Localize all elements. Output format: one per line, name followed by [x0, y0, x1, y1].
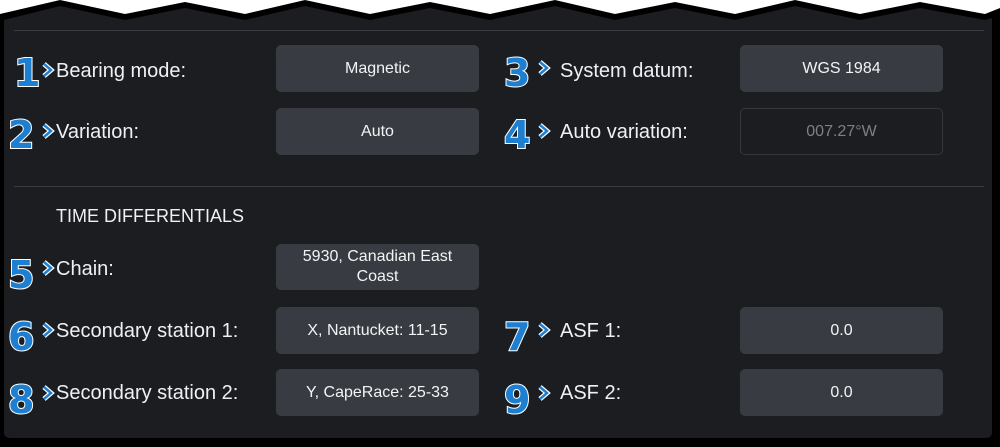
callout-number-1: 1: [13, 51, 41, 95]
callout-number-9: 9: [503, 378, 531, 422]
asf-2-input[interactable]: 0.0: [740, 369, 943, 416]
asf-1-label: ASF 1:: [560, 320, 622, 342]
callout-number-5: 5: [7, 253, 35, 297]
auto-variation-label: Auto variation:: [560, 121, 688, 143]
chevron-right-icon: [42, 260, 55, 276]
callout-number-6: 6: [7, 315, 35, 359]
chevron-right-icon: [538, 123, 551, 139]
asf-2-label: ASF 2:: [560, 382, 622, 404]
system-datum-selector[interactable]: WGS 1984: [740, 45, 943, 92]
auto-variation-value: 007.27°W: [740, 108, 943, 155]
chevron-right-icon: [42, 123, 55, 139]
callout-number-2: 2: [7, 113, 35, 157]
chevron-right-icon: [42, 62, 55, 78]
secondary-station-2-selector[interactable]: Y, CapeRace: 25-33: [276, 369, 479, 416]
callout-number-8: 8: [7, 378, 35, 422]
callout-number-3: 3: [503, 51, 531, 95]
chevron-right-icon: [42, 322, 55, 338]
chevron-right-icon: [538, 385, 551, 401]
callout-number-4: 4: [503, 113, 531, 157]
settings-panel: 1 Bearing mode: Magnetic 2 Variation: Au…: [0, 0, 1000, 447]
section-divider: [14, 186, 984, 187]
chevron-right-icon: [538, 322, 551, 338]
time-differentials-heading: TIME DIFFERENTIALS: [56, 206, 245, 226]
asf-1-input[interactable]: 0.0: [740, 307, 943, 354]
chevron-right-icon: [538, 60, 551, 76]
variation-selector[interactable]: Auto: [276, 108, 479, 155]
chevron-right-icon: [42, 385, 55, 401]
secondary-station-1-label: Secondary station 1:: [56, 320, 239, 342]
chain-selector[interactable]: 5930, Canadian East Coast: [276, 244, 479, 290]
variation-label: Variation:: [56, 121, 140, 143]
secondary-station-2-label: Secondary station 2:: [56, 382, 239, 404]
system-datum-label: System datum:: [560, 60, 694, 82]
bearing-mode-selector[interactable]: Magnetic: [276, 45, 479, 92]
secondary-station-1-selector[interactable]: X, Nantucket: 11-15: [276, 307, 479, 354]
chain-label: Chain:: [56, 258, 114, 280]
callout-number-7: 7: [503, 315, 531, 359]
bearing-mode-label: Bearing mode:: [56, 60, 187, 82]
top-divider: [14, 30, 984, 31]
